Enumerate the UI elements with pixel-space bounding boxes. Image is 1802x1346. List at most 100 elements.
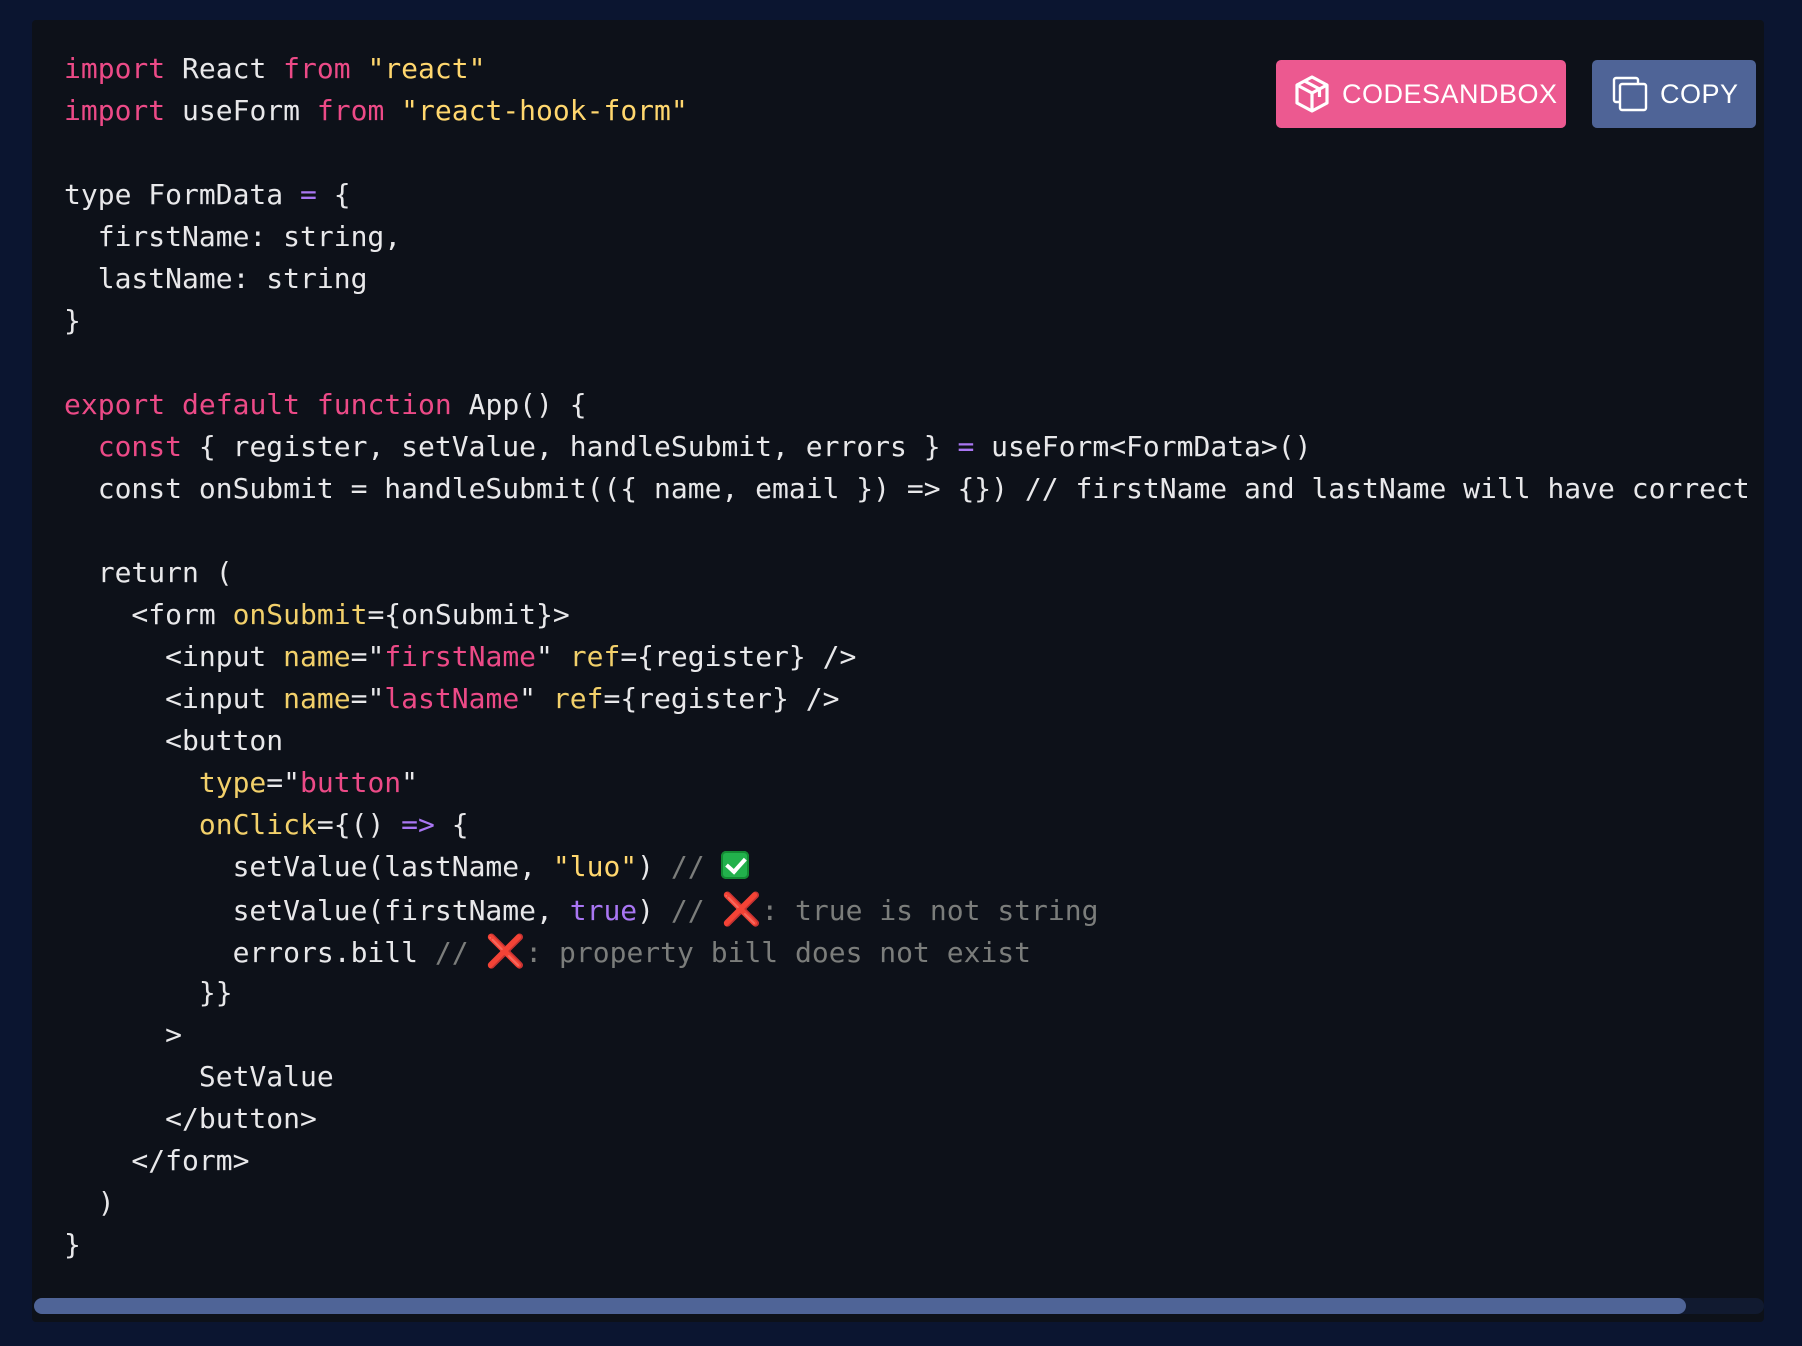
code-line: </form> (64, 1140, 1764, 1182)
code-token: setValue(lastName, (64, 850, 553, 883)
code-token: import (64, 94, 166, 127)
code-token: export (64, 388, 166, 421)
code-line: } (64, 300, 1764, 342)
code-line: <form onSubmit={onSubmit}> (64, 594, 1764, 636)
code-line: > (64, 1014, 1764, 1056)
code-token: <input (64, 640, 284, 673)
code-token: lastName (384, 682, 520, 715)
code-token: = (957, 430, 975, 463)
code-line: export default function App() { (64, 384, 1764, 426)
code-token: onClick (198, 808, 317, 841)
code-token: " (401, 766, 419, 799)
code-token: => (401, 808, 435, 841)
code-token: : true is not string (761, 894, 1099, 927)
code-token: true (569, 894, 638, 927)
code-token: { (434, 808, 469, 841)
code-line: errors.bill // ❌: property bill does not… (64, 930, 1764, 972)
code-line: type="button" (64, 762, 1764, 804)
cube-icon (1294, 75, 1330, 113)
code-line: lastName: string (64, 258, 1764, 300)
code-token: =" (266, 766, 301, 799)
code-line: const onSubmit = handleSubmit(({ name, e… (64, 468, 1764, 510)
copy-label: COPY (1660, 78, 1739, 109)
code-line: <input name="firstName" ref={register} /… (64, 636, 1764, 678)
code-token: =" (350, 640, 385, 673)
code-token: =" (350, 682, 385, 715)
code-line: } (64, 1224, 1764, 1266)
code-token: "luo" (552, 850, 638, 883)
code-line: return ( (64, 552, 1764, 594)
code-token: } (64, 1228, 81, 1261)
code-token: } (64, 304, 81, 337)
code-token: <form (64, 598, 233, 631)
horizontal-scrollbar[interactable] (34, 1298, 1764, 1314)
code-token: // (670, 894, 722, 927)
copy-icon (1612, 76, 1648, 112)
code-line: }} (64, 972, 1764, 1014)
code-line: setValue(firstName, true) // ❌: true is … (64, 888, 1764, 930)
code-token: firstName: string, (64, 220, 402, 253)
code-line: const { register, setValue, handleSubmit… (64, 426, 1764, 468)
code-token: </form> (64, 1144, 250, 1177)
code-content: import React from "react" import useForm … (64, 48, 1764, 1266)
code-token: onSubmit (232, 598, 368, 631)
code-token: "react" (367, 52, 486, 85)
code-line: firstName: string, (64, 216, 1764, 258)
code-token: }} (64, 976, 233, 1009)
code-token: type FormData (64, 178, 301, 211)
code-token: name (283, 640, 351, 673)
code-line: ) (64, 1182, 1764, 1224)
code-token: return ( (64, 556, 233, 589)
code-token: from (283, 52, 351, 85)
cross-mark-icon: ❌ (721, 890, 762, 928)
code-line: </button> (64, 1098, 1764, 1140)
code-token: import (64, 52, 166, 85)
code-token: App() { (451, 388, 587, 421)
code-line: onClick={() => { (64, 804, 1764, 846)
code-line: setValue(lastName, "luo") // (64, 846, 1764, 888)
code-token: : property bill does not exist (525, 936, 1032, 969)
code-token: <button (64, 724, 284, 757)
code-token: button (300, 766, 402, 799)
code-token: useForm<FormData>() (974, 430, 1312, 463)
code-block: import React from "react" import useForm … (32, 20, 1764, 1322)
check-mark-icon (721, 851, 750, 879)
code-token: lastName: string (64, 262, 368, 295)
code-token: { register, setValue, handleSubmit, erro… (182, 430, 958, 463)
codesandbox-button[interactable]: CODESANDBOX (1276, 60, 1566, 128)
scrollbar-thumb[interactable] (34, 1298, 1686, 1314)
code-token: = (300, 178, 317, 211)
code-token: ={onSubmit}> (367, 598, 570, 631)
code-token: errors.bill (64, 936, 435, 969)
code-token: useForm (165, 94, 317, 127)
code-token: ={() (316, 808, 402, 841)
code-token: ={register} /> (603, 682, 840, 715)
code-line: type FormData = { (64, 174, 1764, 216)
code-token: </button> (64, 1102, 317, 1135)
code-token: <input (64, 682, 284, 715)
code-token: // (434, 936, 486, 969)
code-token: ) (64, 1186, 115, 1219)
code-token: const onSubmit = handleSubmit(({ name, e… (64, 472, 1764, 505)
code-token: ) (637, 850, 671, 883)
code-token: > (64, 1018, 183, 1051)
code-token: default (182, 388, 301, 421)
code-token: type (198, 766, 267, 799)
code-token: firstName (384, 640, 537, 673)
code-token: ref (569, 640, 621, 673)
code-token: ={register} /> (620, 640, 857, 673)
copy-button[interactable]: COPY (1592, 60, 1756, 128)
code-token: " (519, 682, 553, 715)
code-line: <input name="lastName" ref={register} /> (64, 678, 1764, 720)
code-token: React (165, 52, 284, 85)
codesandbox-label: CODESANDBOX (1342, 78, 1558, 109)
